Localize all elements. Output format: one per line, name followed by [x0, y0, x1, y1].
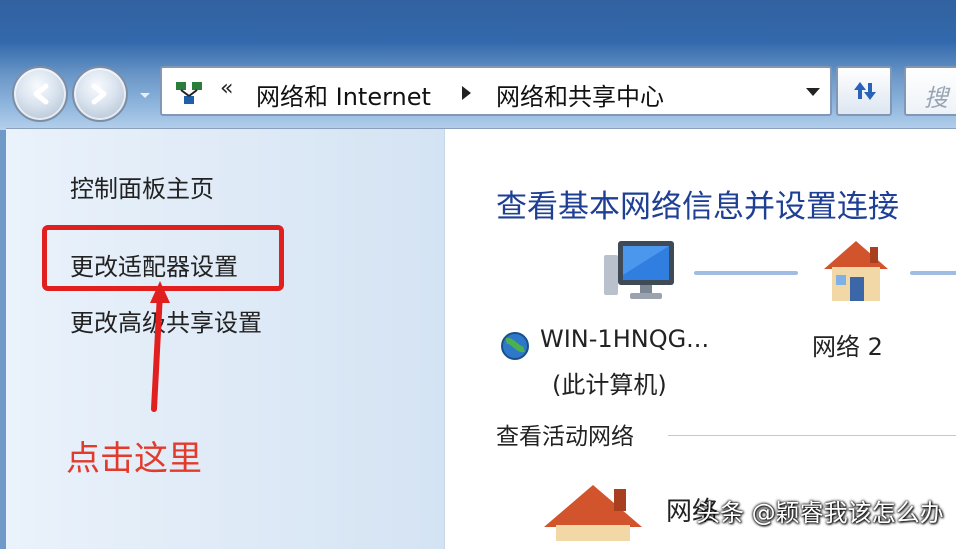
network-house-icon	[824, 241, 888, 301]
page-title: 查看基本网络信息并设置连接	[496, 189, 899, 225]
section-divider	[668, 435, 956, 436]
breadcrumb-sharing-center[interactable]: 网络和共享中心	[496, 77, 664, 112]
address-bar[interactable]: « 网络和 Internet 网络和共享中心	[160, 66, 832, 116]
connection-line-internet	[910, 271, 956, 275]
active-network-house-icon	[544, 485, 642, 541]
network-center-icon	[176, 82, 202, 104]
search-placeholder: 搜	[924, 84, 948, 112]
connection-line	[694, 271, 798, 275]
breadcrumb-separator-icon[interactable]	[462, 86, 471, 100]
back-button[interactable]	[12, 66, 68, 122]
breadcrumb-network-internet[interactable]: 网络和 Internet	[256, 77, 431, 112]
computer-icon	[604, 241, 674, 299]
annotation-arrow-icon	[150, 281, 170, 412]
refresh-icon	[854, 82, 876, 100]
forward-arrow-icon	[91, 83, 107, 105]
refresh-button[interactable]	[836, 66, 892, 116]
task-pane: 控制面板主页 更改适配器设置 更改高级共享设置 点击这里	[6, 129, 445, 549]
computer-name[interactable]: WIN-1HNQG...	[540, 325, 709, 353]
active-networks-label: 查看活动网络	[496, 424, 634, 450]
computer-subtitle: (此计算机)	[552, 371, 667, 399]
network-name[interactable]: 网络 2	[812, 327, 883, 362]
window-content: 控制面板主页 更改适配器设置 更改高级共享设置 点击这里 查看基本网络信息并设置…	[6, 128, 956, 549]
computer-globe-icon	[501, 332, 529, 360]
breadcrumb-overflow[interactable]: «	[220, 76, 233, 101]
search-box[interactable]: 搜	[904, 66, 956, 116]
annotation-text: 点击这里	[66, 439, 202, 479]
frame-gloss	[0, 0, 956, 62]
address-dropdown-icon[interactable]	[806, 88, 820, 96]
forward-button[interactable]	[72, 66, 128, 122]
recent-pages-dropdown[interactable]	[138, 88, 152, 102]
watermark-text: 头条 @颖睿我该怎么办	[696, 499, 944, 527]
back-arrow-icon	[33, 83, 49, 105]
control-panel-home-link[interactable]: 控制面板主页	[70, 169, 214, 204]
chevron-down-icon	[140, 93, 150, 98]
